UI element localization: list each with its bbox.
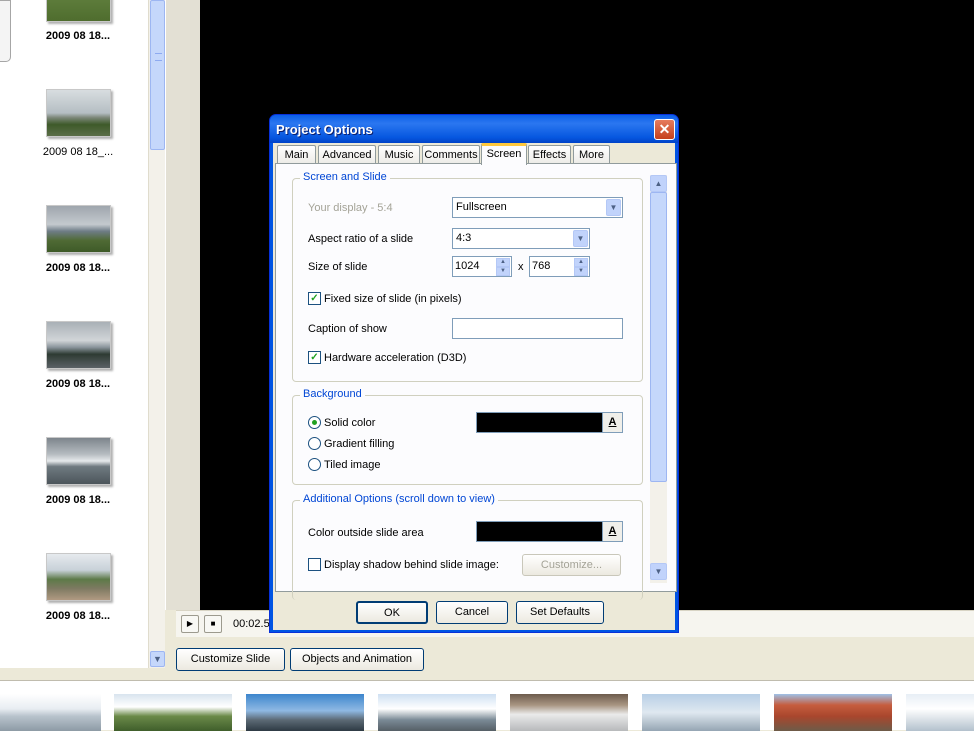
filmstrip-slide-6[interactable] [642,694,760,731]
scroll-down-icon[interactable]: ▼ [150,651,165,667]
spin-up-icon[interactable]: ▲ [496,258,510,267]
chevron-down-icon[interactable]: ▼ [606,199,621,216]
shadow-label: Display shadow behind slide image: [324,559,499,571]
slide-caption-4: 2009 08 18... [45,378,111,390]
slide-filmstrip [0,680,974,731]
scrollbar-thumb[interactable] [650,192,667,482]
hw-accel-label: Hardware acceleration (D3D) [324,352,467,364]
slide-caption-3: 2009 08 18... [45,262,111,274]
tab-advanced[interactable]: Advanced [318,145,376,164]
slide-height-stepper[interactable]: 768 ▲ ▼ [529,256,590,277]
caption-label: Caption of show [308,323,387,335]
solid-color-label: Solid color [324,417,376,429]
slide-list-panel: 2009 08 18... 2009 08 18_... 2009 08 18.… [0,0,148,668]
tab-effects[interactable]: Effects [528,145,571,164]
slide-height-value: 768 [532,260,551,272]
slide-thumbnail-3[interactable] [46,205,111,253]
slide-caption-1: 2009 08 18... [45,30,111,42]
play-icon[interactable]: ▶ [181,615,199,633]
radio-dot [312,420,317,425]
slide-width-value: 1024 [455,260,480,272]
playback-time: 00:02.5 [233,618,270,630]
solid-color-radio[interactable] [308,416,321,429]
aspect-ratio-label: Aspect ratio of a slide [308,233,414,245]
filmstrip-slide-1[interactable] [0,694,101,731]
options-scrollbar[interactable]: ▲ ▼ [650,175,667,583]
additional-options-group: Additional Options (scroll down to view)… [292,493,643,600]
filmstrip-slide-4[interactable] [378,694,496,731]
screen-and-slide-group: Screen and Slide Your display - 5:4 Full… [292,171,643,382]
scroll-up-icon[interactable]: ▲ [650,175,667,192]
slide-caption-5: 2009 08 18... [45,494,111,506]
stop-icon[interactable]: ■ [204,615,222,633]
background-color-swatch[interactable] [476,412,603,433]
close-icon[interactable]: ✕ [654,119,675,140]
tab-comments[interactable]: Comments [422,145,480,164]
filmstrip-slide-3[interactable] [246,694,364,731]
spin-down-icon[interactable]: ▼ [496,267,510,276]
outside-color-label: Color outside slide area [308,527,424,539]
filmstrip-slide-2[interactable] [114,694,232,731]
preview-gutter [165,0,200,610]
outside-color-swatch[interactable] [476,521,603,542]
display-mode-value: Fullscreen [456,201,507,213]
grip-icon [155,53,162,61]
slide-list-scrollbar[interactable]: ▼ [148,0,165,668]
chevron-down-icon[interactable]: ▼ [573,230,588,247]
slide-caption-6: 2009 08 18... [45,610,111,622]
dialog-title: Project Options [276,122,373,137]
slide-caption-2: 2009 08 18_... [42,146,114,158]
aspect-ratio-value: 4:3 [456,232,472,244]
scroll-down-icon[interactable]: ▼ [650,563,667,580]
color-picker-button[interactable]: A [602,412,623,433]
gradient-label: Gradient filling [324,438,395,450]
set-defaults-button[interactable]: Set Defaults [516,601,604,624]
filmstrip-slide-7[interactable] [774,694,892,731]
dialog-titlebar[interactable]: Project Options ✕ [270,115,678,143]
slide-size-label: Size of slide [308,261,368,273]
color-picker-button[interactable]: A [602,521,623,542]
filmstrip-slide-5[interactable] [510,694,628,731]
display-mode-select[interactable]: Fullscreen ▼ [452,197,623,218]
cancel-button[interactable]: Cancel [436,601,508,624]
slide-thumbnail-1[interactable] [46,0,111,22]
slide-thumbnail-2[interactable] [46,89,111,137]
objects-animation-button[interactable]: Objects and Animation [290,648,424,671]
tab-screen[interactable]: Screen [481,143,527,165]
shadow-checkbox[interactable] [308,558,321,571]
slide-thumbnail-4[interactable] [46,321,111,369]
screen-and-slide-title: Screen and Slide [300,171,390,183]
scrollbar-thumb[interactable] [150,0,165,150]
customize-slide-button[interactable]: Customize Slide [176,648,285,671]
customize-shadow-button[interactable]: Customize... [522,554,621,576]
project-options-dialog: Project Options ✕ Main Advanced Music Co… [269,114,679,633]
fixed-size-label: Fixed size of slide (in pixels) [324,293,462,305]
tab-more[interactable]: More [573,145,610,164]
screen-tab-panel: Screen and Slide Your display - 5:4 Full… [275,163,677,600]
background-title: Background [300,388,365,400]
fixed-size-checkbox[interactable]: ✓ [308,292,321,305]
size-separator: x [518,261,524,273]
gradient-radio[interactable] [308,437,321,450]
tab-music[interactable]: Music [378,145,420,164]
tab-main[interactable]: Main [277,145,316,164]
slide-thumbnail-5[interactable] [46,437,111,485]
background-group: Background Solid color Gradient filling … [292,388,643,485]
caption-input[interactable] [452,318,623,339]
display-label: Your display - 5:4 [308,202,393,214]
ok-button[interactable]: OK [356,601,428,624]
spin-down-icon[interactable]: ▼ [574,267,588,276]
filmstrip-slide-8[interactable] [906,694,974,731]
slide-width-stepper[interactable]: 1024 ▲ ▼ [452,256,512,277]
tiled-label: Tiled image [324,459,381,471]
hw-accel-checkbox[interactable]: ✓ [308,351,321,364]
additional-options-title: Additional Options (scroll down to view) [300,493,498,505]
tiled-radio[interactable] [308,458,321,471]
dialog-body: Main Advanced Music Comments Screen Effe… [273,143,677,630]
aspect-ratio-select[interactable]: 4:3 ▼ [452,228,590,249]
slide-thumbnail-6[interactable] [46,553,111,601]
spin-up-icon[interactable]: ▲ [574,258,588,267]
